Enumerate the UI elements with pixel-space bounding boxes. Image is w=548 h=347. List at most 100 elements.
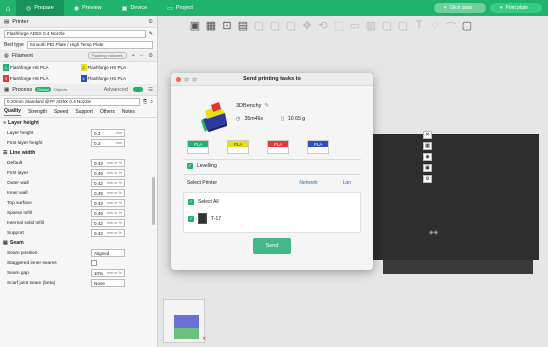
tab-strength[interactable]: Strength: [28, 109, 47, 115]
plate-arrange-icon[interactable]: ▦: [423, 142, 432, 150]
tab-quality[interactable]: Quality: [4, 108, 21, 116]
advanced-switch[interactable]: [133, 87, 144, 92]
param-input[interactable]: 10% mm or %: [91, 269, 125, 277]
tab-notes[interactable]: Notes: [122, 109, 135, 115]
slice-plate-button[interactable]: ▾ Slice plate: [434, 3, 486, 13]
process-preset-select[interactable]: 0.20mm Standard @FF AD5X 0.4 Nozzle: [4, 97, 141, 106]
plate-orient-icon[interactable]: ◉: [423, 153, 432, 161]
model-name-text: 3DBenchy: [236, 103, 262, 109]
param-input[interactable]: 0.2 mm: [91, 139, 125, 147]
param-value: 0.2: [94, 130, 101, 136]
tab-others[interactable]: Others: [100, 109, 115, 115]
assembly-icon[interactable]: ⌒: [445, 19, 457, 35]
param-input[interactable]: 0.2 mm: [91, 129, 125, 137]
move-icon[interactable]: ✥: [301, 19, 313, 35]
network-link[interactable]: Network: [299, 180, 317, 186]
filament-slot[interactable]: 1 Flashforge HS PLA: [3, 64, 77, 71]
param-input[interactable]: 0.42 mm or %: [91, 229, 125, 237]
list-icon[interactable]: ☰: [148, 87, 153, 93]
filament-map-slot[interactable]: PLA -: [267, 140, 289, 154]
filament-map-slot[interactable]: PLA -: [307, 140, 329, 154]
orient-icon[interactable]: ⊡: [221, 19, 233, 35]
layers-icon[interactable]: ▢: [269, 19, 281, 35]
param-input[interactable]: 0.42 mm or %: [91, 199, 125, 207]
flushing-volumes-button[interactable]: Flushing volumes: [87, 52, 127, 59]
rotate-icon[interactable]: ⟲: [317, 19, 329, 35]
plate-close-icon[interactable]: ✕: [423, 131, 432, 139]
param-input[interactable]: 0.45 mm or %: [91, 209, 125, 217]
printer-preset-select[interactable]: Flashforge AD5X 0.4 Nozzle: [4, 29, 146, 38]
param-value: 0.45: [94, 170, 103, 176]
process-tabs: Quality Strength Speed Support Others No…: [0, 107, 157, 118]
check-icon[interactable]: ✓: [188, 199, 194, 205]
filament-map-slot[interactable]: PLA -: [187, 140, 209, 154]
check-icon[interactable]: ✓: [187, 163, 193, 169]
param-value: None: [94, 280, 105, 286]
filament-slot[interactable]: 2 Flashforge HS PLA: [80, 64, 155, 71]
plate-thumbnail[interactable]: ✕: [163, 299, 206, 343]
plate-lock-icon[interactable]: ▣: [423, 164, 432, 172]
remove-icon[interactable]: −: [140, 53, 143, 59]
lan-link[interactable]: Lan: [343, 180, 351, 186]
print-plate-button[interactable]: ▾ Print plate: [490, 3, 542, 13]
param-input[interactable]: 0.42 mm or %: [91, 179, 125, 187]
text-icon[interactable]: T: [413, 19, 425, 35]
printer-item[interactable]: ✓ T-17: [188, 213, 221, 224]
tab-prepare[interactable]: ◎ Prepare: [16, 0, 64, 16]
search-icon[interactable]: ⌕: [150, 99, 153, 105]
plate-icon[interactable]: ▢: [285, 19, 297, 35]
param-input[interactable]: 0.45 mm or %: [91, 189, 125, 197]
tab-device[interactable]: ▣ Device: [112, 0, 157, 16]
scarf-seam-select[interactable]: None: [91, 279, 125, 287]
param-label: First layer height: [7, 140, 43, 146]
add-plate-icon[interactable]: ▣: [189, 19, 201, 35]
plate-settings-icon[interactable]: ⚙: [423, 175, 432, 183]
check-icon[interactable]: ✓: [188, 215, 194, 222]
tab-preview[interactable]: ◉ Preview: [64, 0, 112, 16]
filament-mapping: PLA - PLA - PLA - PLA -: [187, 140, 329, 154]
param-input[interactable]: 0.42 mm or %: [91, 219, 125, 227]
scrollbar[interactable]: [152, 177, 155, 225]
param-label: Layer height: [7, 130, 34, 136]
split-icon[interactable]: ▢: [253, 19, 265, 35]
gear-icon[interactable]: ⚙: [148, 19, 153, 25]
viewport-toolbar: ▣ ▦ ⊡ ▤ ▢ ▢ ▢ ✥ ⟲ ⬚ ▭ ▥ ▢ ▢ T ◌ ⌒ ▢: [189, 19, 473, 35]
seam-paint-icon[interactable]: ▢: [397, 19, 409, 35]
grid-icon[interactable]: ▦: [205, 19, 217, 35]
filament-slot[interactable]: 3 Flashforge HS PLA: [3, 75, 77, 82]
tab-speed[interactable]: Speed: [54, 109, 68, 115]
copy-icon[interactable]: ⎘: [143, 99, 147, 105]
global-toggle[interactable]: Global: [35, 87, 51, 92]
bed-type-select[interactable]: Smooth PEI Plate / High Temp Plate: [26, 40, 153, 49]
support-paint-icon[interactable]: ▢: [381, 19, 393, 35]
tab-project[interactable]: ▭ Project: [157, 0, 203, 16]
cut-icon[interactable]: ▥: [365, 19, 377, 35]
view-icon[interactable]: ▢: [461, 19, 473, 35]
measure-icon[interactable]: ◌: [429, 19, 441, 35]
minimize-window-icon[interactable]: [184, 77, 189, 82]
edit-icon[interactable]: ✎: [264, 103, 269, 109]
filament-slot[interactable]: 4 Flashforge HS PLA: [80, 75, 155, 82]
lay-flat-icon[interactable]: ▭: [349, 19, 361, 35]
tab-support[interactable]: Support: [75, 109, 93, 115]
select-all-option[interactable]: ✓ Select All: [188, 199, 219, 205]
objects-toggle[interactable]: Objects: [54, 87, 68, 92]
seam-position-select[interactable]: Aligned: [91, 249, 125, 257]
edit-icon[interactable]: ✎: [149, 31, 153, 37]
send-button[interactable]: Send: [253, 238, 291, 254]
param-unit: mm or %: [106, 171, 122, 175]
gear-icon[interactable]: ⚙: [148, 53, 153, 59]
param-input[interactable]: 0.42 mm or %: [91, 159, 125, 167]
add-icon[interactable]: +: [132, 53, 135, 59]
advanced-label: Advanced: [103, 86, 129, 93]
spool-icon: ◍: [4, 52, 9, 59]
levelling-option[interactable]: ✓ Levelling: [187, 163, 217, 169]
scale-icon[interactable]: ⬚: [333, 19, 345, 35]
home-icon[interactable]: ⌂: [0, 0, 16, 16]
filament-map-slot[interactable]: PLA -: [227, 140, 249, 154]
staggered-seams-checkbox[interactable]: [91, 260, 97, 266]
maximize-window-icon[interactable]: [192, 77, 197, 82]
param-input[interactable]: 0.45 mm or %: [91, 169, 125, 177]
close-window-icon[interactable]: [176, 77, 181, 82]
arrange-icon[interactable]: ▤: [237, 19, 249, 35]
